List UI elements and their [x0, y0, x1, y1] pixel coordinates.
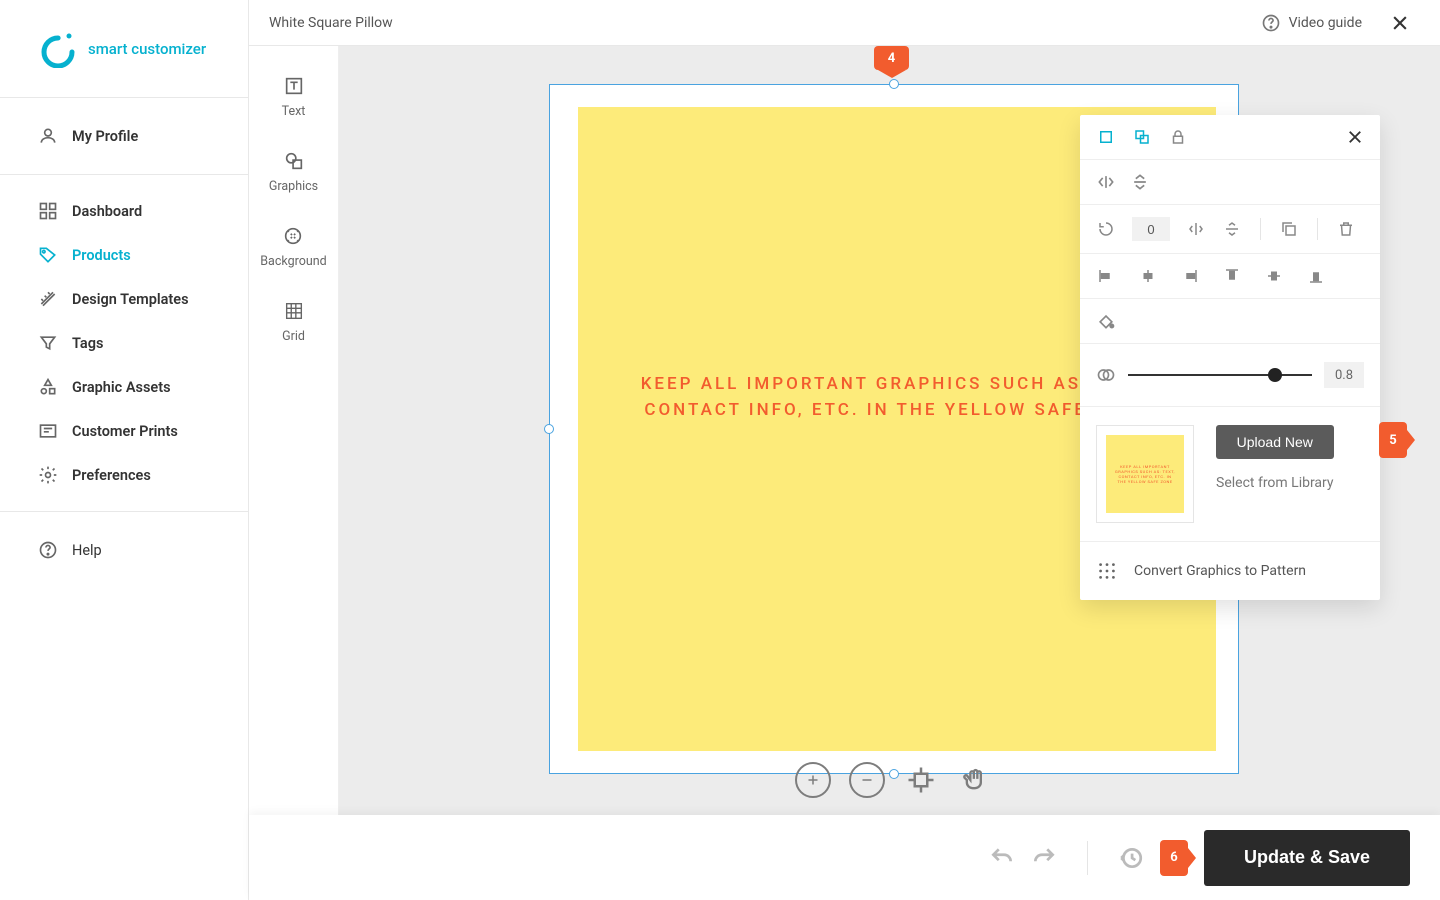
opacity-row: 0.8 — [1080, 344, 1380, 407]
gear-icon — [38, 465, 58, 485]
pan-button[interactable] — [957, 762, 993, 798]
selection-handle-left[interactable] — [544, 424, 554, 434]
tool-grid[interactable]: Grid — [282, 299, 306, 344]
tool-background[interactable]: Background — [260, 224, 326, 269]
opacity-icon — [1096, 365, 1116, 385]
badge-label: 5 — [1389, 433, 1396, 448]
mirror-v-icon[interactable] — [1222, 219, 1242, 239]
tour-badge-6: 6 — [1160, 840, 1188, 876]
nav-label: My Profile — [72, 128, 138, 145]
crop-icon[interactable] — [1096, 127, 1116, 147]
lock-icon[interactable] — [1168, 127, 1188, 147]
tool-label: Background — [260, 254, 326, 269]
nav-list: Dashboard Products Design Templates Tags… — [0, 175, 248, 512]
prints-icon — [38, 421, 58, 441]
background-icon — [281, 224, 305, 248]
convert-pattern-label: Convert Graphics to Pattern — [1134, 563, 1306, 579]
nav-customer-prints[interactable]: Customer Prints — [0, 409, 248, 453]
shapes-icon — [38, 377, 58, 397]
video-guide-link[interactable]: Video guide — [1261, 13, 1362, 33]
nav-dashboard[interactable]: Dashboard — [0, 189, 248, 233]
nav-design-templates[interactable]: Design Templates — [0, 277, 248, 321]
panel-close-button[interactable] — [1346, 128, 1364, 146]
nav-label: Preferences — [72, 467, 151, 484]
badge-label: 4 — [888, 51, 895, 66]
selection-handle-top[interactable] — [889, 79, 899, 89]
select-from-library-link[interactable]: Select from Library — [1216, 475, 1334, 491]
nav-products[interactable]: Products — [0, 233, 248, 277]
nav-preferences[interactable]: Preferences — [0, 453, 248, 497]
nav-label: Tags — [72, 335, 103, 352]
help-icon — [38, 540, 58, 560]
flip-horizontal-icon[interactable] — [1096, 172, 1116, 192]
layer-thumbnail[interactable]: KEEP ALL IMPORTANT GRAPHICS SUCH AS: TEX… — [1096, 425, 1194, 523]
nav-label: Customer Prints — [72, 423, 178, 440]
rotate-icon[interactable] — [1096, 219, 1116, 239]
nav-help[interactable]: Help — [0, 528, 248, 572]
mirror-h-icon[interactable] — [1186, 219, 1206, 239]
nav-label: Design Templates — [72, 291, 189, 308]
grid-icon — [282, 299, 306, 323]
align-left-icon[interactable] — [1096, 266, 1116, 286]
nav-graphic-assets[interactable]: Graphic Assets — [0, 365, 248, 409]
text-icon — [282, 74, 306, 98]
footer: 6 Update & Save — [249, 815, 1440, 900]
tool-text[interactable]: Text — [282, 74, 306, 119]
nav-my-profile[interactable]: My Profile — [0, 114, 248, 158]
tool-label: Graphics — [269, 179, 318, 194]
pattern-icon — [1096, 560, 1118, 582]
badge-label: 6 — [1170, 850, 1177, 865]
opacity-slider[interactable] — [1128, 374, 1312, 376]
align-hcenter-icon[interactable] — [1138, 266, 1158, 286]
logo[interactable]: smart customizer — [0, 0, 248, 98]
upload-new-button[interactable]: Upload New — [1216, 425, 1334, 459]
align-bottom-icon[interactable] — [1306, 266, 1326, 286]
align-right-icon[interactable] — [1180, 266, 1200, 286]
brand-icon — [38, 30, 76, 68]
brand-text: smart customizer — [88, 40, 206, 58]
redo-button[interactable] — [1031, 845, 1057, 871]
tag-icon — [38, 245, 58, 265]
user-icon — [38, 126, 58, 146]
trash-icon[interactable] — [1336, 219, 1356, 239]
canvas-controls — [549, 745, 1239, 815]
properties-panel: 0.8 KEEP ALL IMPORTANT GRAPHICS SUCH AS:… — [1080, 115, 1380, 600]
help-circle-icon — [1261, 13, 1281, 33]
header: White Square Pillow Video guide — [249, 0, 1440, 46]
tool-column: Text Graphics Background Grid — [249, 46, 339, 845]
rotation-input[interactable] — [1132, 217, 1170, 241]
tool-label: Text — [282, 104, 306, 119]
filter-icon — [38, 333, 58, 353]
tour-badge-4: 4 — [874, 46, 909, 70]
opacity-value: 0.8 — [1324, 362, 1364, 388]
duplicate-icon[interactable] — [1279, 219, 1299, 239]
tool-label: Grid — [282, 329, 305, 344]
history-button[interactable] — [1118, 845, 1144, 871]
convert-to-pattern[interactable]: Convert Graphics to Pattern — [1080, 542, 1380, 600]
nav-label: Graphic Assets — [72, 379, 171, 396]
close-button[interactable] — [1390, 13, 1410, 33]
update-save-button[interactable]: Update & Save — [1204, 830, 1410, 886]
nav-label: Help — [72, 542, 102, 559]
graphics-icon — [282, 149, 306, 173]
flip-vertical-icon[interactable] — [1130, 172, 1150, 192]
ruler-icon — [38, 289, 58, 309]
align-top-icon[interactable] — [1222, 266, 1242, 286]
tour-badge-5: 5 — [1379, 422, 1407, 458]
nav-label: Products — [72, 247, 131, 264]
dashboard-icon — [38, 201, 58, 221]
align-vcenter-icon[interactable] — [1264, 266, 1284, 286]
zoom-in-button[interactable] — [795, 762, 831, 798]
nav-tags[interactable]: Tags — [0, 321, 248, 365]
center-button[interactable] — [903, 762, 939, 798]
zoom-out-button[interactable] — [849, 762, 885, 798]
sidebar: smart customizer My Profile Dashboard Pr… — [0, 0, 249, 900]
page-title: White Square Pillow — [269, 15, 393, 31]
tool-graphics[interactable]: Graphics — [269, 149, 318, 194]
undo-button[interactable] — [989, 845, 1015, 871]
multi-select-icon[interactable] — [1132, 127, 1152, 147]
video-guide-label: Video guide — [1289, 15, 1362, 31]
nav-label: Dashboard — [72, 203, 142, 220]
fill-bucket-icon[interactable] — [1096, 311, 1116, 331]
